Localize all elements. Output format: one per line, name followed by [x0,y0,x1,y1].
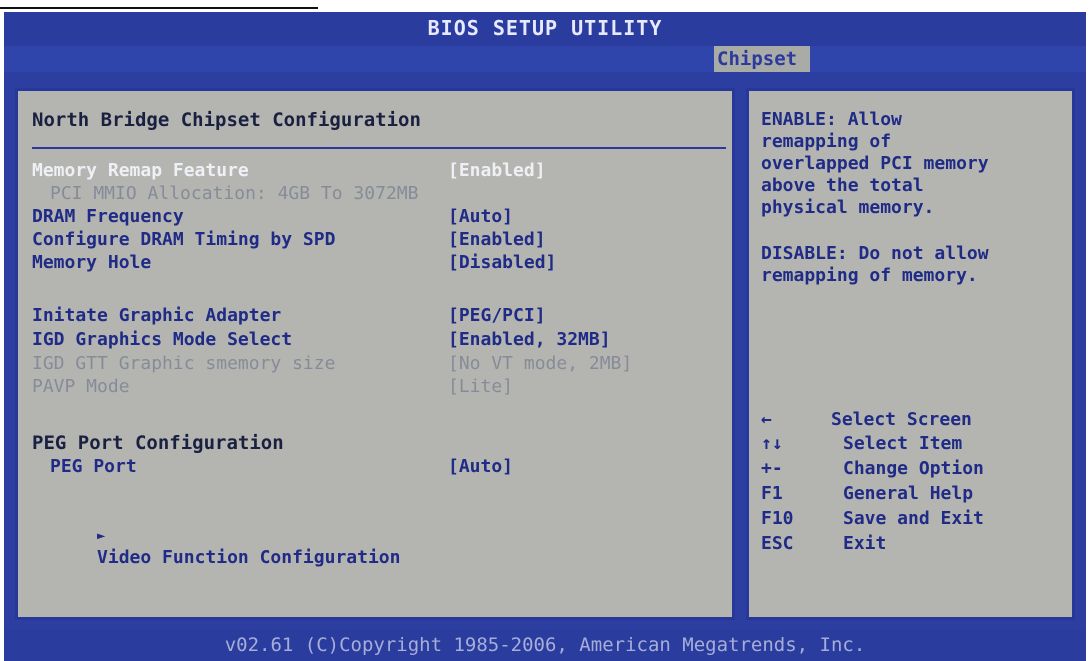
setting-igd-mode-value[interactable]: [Enabled, 32MB] [448,329,611,351]
setting-memory-hole-label[interactable]: Memory Hole [32,252,151,274]
pci-mmio-allocation-info: PCI MMIO Allocation: 4GB To 3072MB [50,183,419,204]
section-divider [32,147,726,149]
key-f1: F1 [761,483,783,504]
key-f1-desc: General Help [843,483,974,504]
setting-peg-port-label[interactable]: PEG Port [50,456,137,478]
setting-pavp-mode-label: PAVP Mode [32,376,130,397]
key-f10: F10 [761,508,794,529]
submenu-arrow-icon: ► [97,528,106,544]
help-text-line: above the total [761,175,924,196]
setting-pavp-mode-value: [Lite] [448,376,514,397]
submenu-video-function[interactable]: ► Video Function Configuration [32,502,400,591]
setting-memory-remap-label[interactable]: Memory Remap Feature [32,160,249,182]
submenu-video-function-label: Video Function Configuration [97,547,401,568]
key-select-item-icon: ↑↓ [761,433,783,454]
setting-igd-mode-label[interactable]: IGD Graphics Mode Select [32,329,292,351]
key-f10-desc: Save and Exit [843,508,984,529]
setting-graphic-adapter-value[interactable]: [PEG/PCI] [448,305,546,327]
help-text-line: overlapped PCI memory [761,153,989,174]
page-header [0,0,1090,12]
help-text-line: remapping of [761,131,892,152]
settings-panel: North Bridge Chipset Configuration Memor… [15,88,735,620]
setting-memory-remap-value[interactable]: [Enabled] [448,160,546,182]
setting-igd-gtt-value: [No VT mode, 2MB] [448,353,633,374]
setting-dram-timing-spd-label[interactable]: Configure DRAM Timing by SPD [32,229,335,251]
header-rule [0,7,318,9]
section-title: North Bridge Chipset Configuration [32,109,421,131]
setting-dram-timing-spd-value[interactable]: [Enabled] [448,229,546,251]
window-title: BIOS SETUP UTILITY [427,16,663,40]
setting-peg-port-value[interactable]: [Auto] [448,456,513,478]
help-text-line: remapping of memory. [761,265,978,286]
tab-chipset[interactable]: Chipset [714,46,810,72]
setting-memory-hole-value[interactable]: [Disabled] [448,252,556,274]
tab-bar: Chipset [4,46,1086,72]
setting-graphic-adapter-label[interactable]: Initate Graphic Adapter [32,305,281,327]
footer-bar: v02.61 (C)Copyright 1985-2006, American … [4,630,1086,661]
help-text-line: ENABLE: Allow [761,109,902,130]
setting-igd-gtt-label: IGD GTT Graphic smemory size [32,353,336,374]
help-text-line: physical memory. [761,197,935,218]
help-text-line: DISABLE: Do not allow [761,243,989,264]
copyright-text: v02.61 (C)Copyright 1985-2006, American … [224,634,866,656]
key-change-option-icon: +- [761,458,783,479]
peg-section-header: PEG Port Configuration [32,432,284,454]
key-select-item-desc: Select Item [843,433,963,454]
key-esc: ESC [761,533,794,554]
title-bar: BIOS SETUP UTILITY [4,12,1086,46]
setting-dram-frequency-label[interactable]: DRAM Frequency [32,206,184,228]
key-change-option-desc: Change Option [843,458,984,479]
bios-screen: BIOS SETUP UTILITY Chipset North Bridge … [4,12,1086,661]
key-select-screen-desc: Select Screen [831,409,972,430]
help-panel: ENABLE: Allow remapping of overlapped PC… [746,88,1075,620]
setting-dram-frequency-value[interactable]: [Auto] [448,206,513,228]
key-esc-desc: Exit [843,533,887,554]
key-select-screen-icon: ← [761,409,772,430]
